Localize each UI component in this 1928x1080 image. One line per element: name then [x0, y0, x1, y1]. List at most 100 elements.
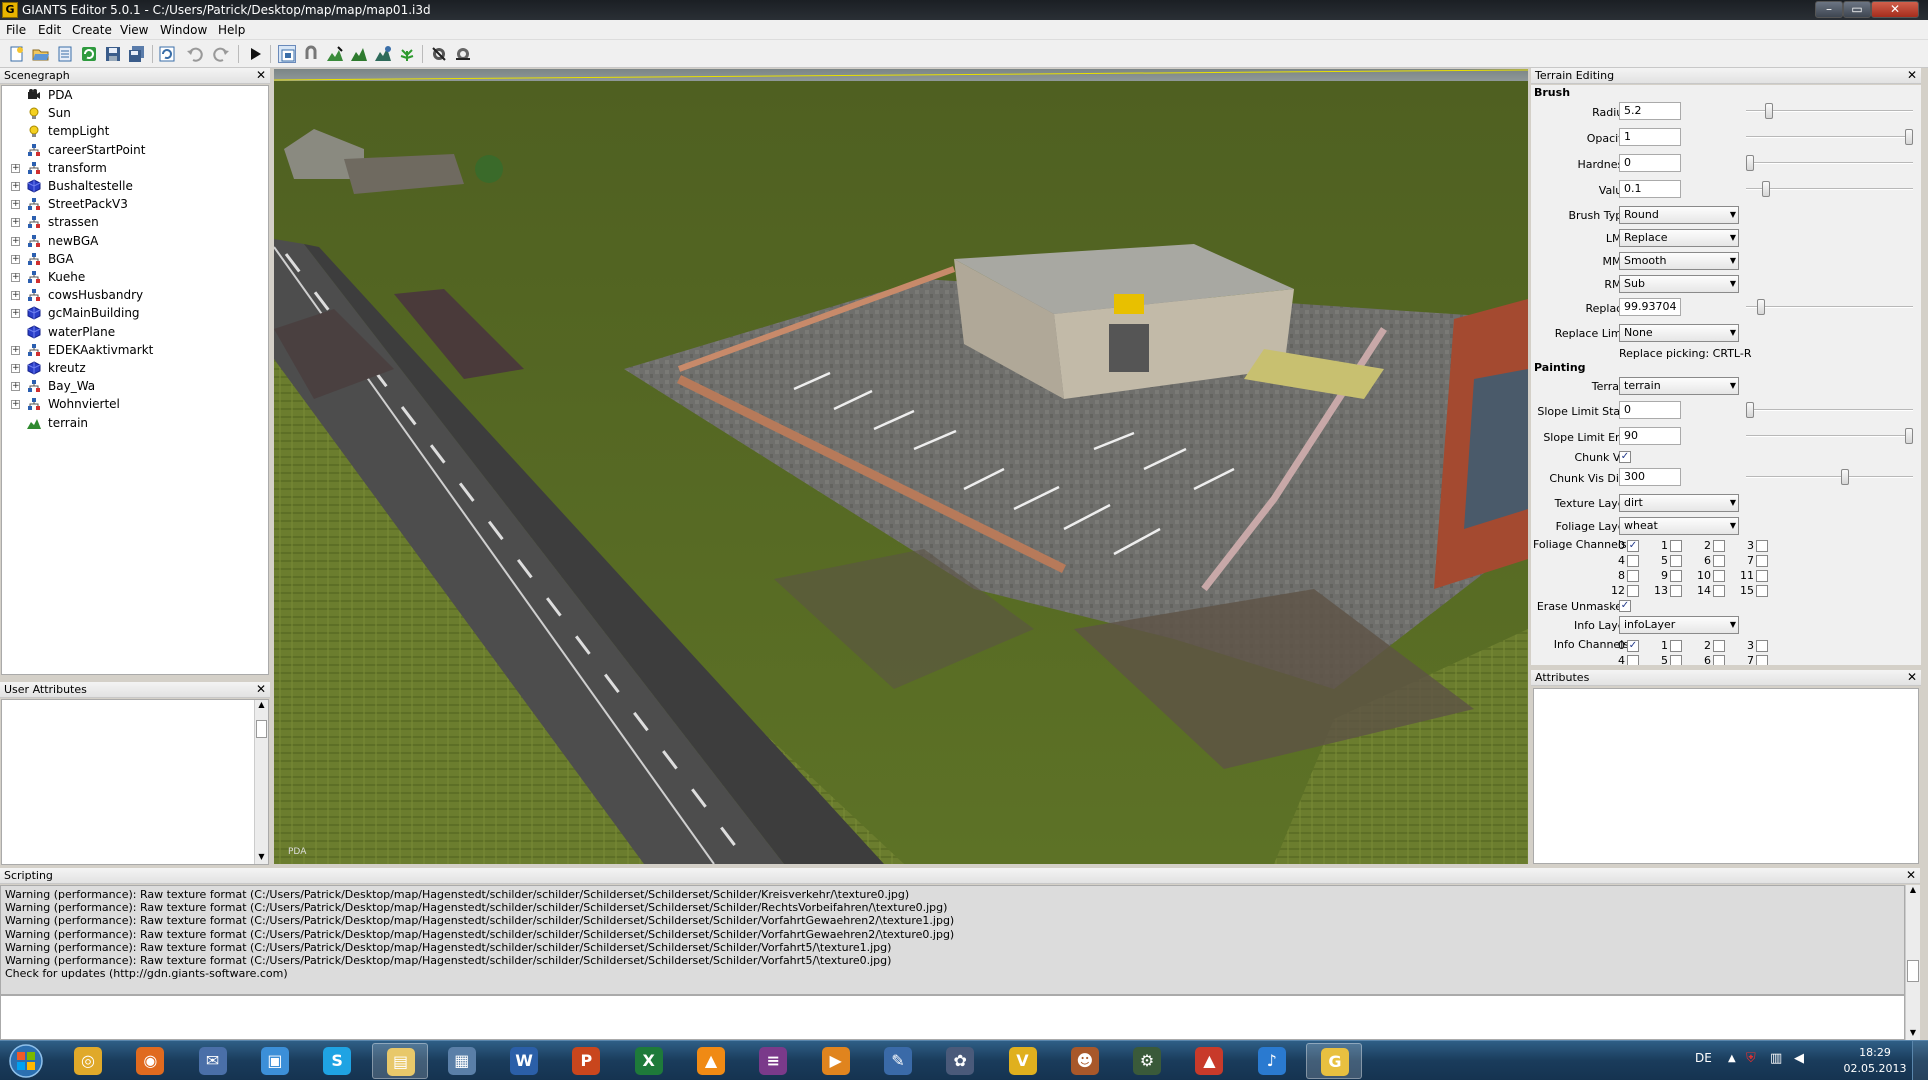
settings2-icon[interactable] [454, 45, 472, 63]
radius-input[interactable]: 5.2 [1619, 102, 1681, 120]
start-button[interactable] [6, 1043, 46, 1079]
save-all-icon[interactable] [128, 45, 146, 63]
undo-icon[interactable] [186, 45, 204, 63]
expand-icon[interactable]: + [11, 163, 20, 173]
channel-checkbox[interactable] [1670, 655, 1682, 665]
expand-icon[interactable]: + [11, 400, 20, 410]
word-taskbar-button[interactable]: W [496, 1043, 552, 1079]
expand-icon[interactable]: + [11, 254, 20, 264]
tree-item[interactable]: + EDEKAaktivmarkt [2, 341, 268, 359]
giants-editor-taskbar-button[interactable]: G [1306, 1043, 1362, 1079]
replace-limit-select[interactable]: None ▼ [1619, 324, 1739, 342]
channel-checkbox[interactable] [1713, 555, 1725, 567]
hardness-slider[interactable] [1746, 154, 1913, 172]
menu-file[interactable]: File [6, 23, 26, 37]
settings-app-taskbar-button[interactable]: ✿ [932, 1043, 988, 1079]
network-tray-icon[interactable]: ▥ [1770, 1051, 1782, 1066]
tree-item[interactable]: PDA [2, 86, 268, 104]
title-bar[interactable]: G GIANTS Editor 5.0.1 - C:/Users/Patrick… [0, 0, 1928, 20]
script-input[interactable] [0, 995, 1905, 1040]
menu-help[interactable]: Help [218, 23, 245, 37]
v-app-taskbar-button[interactable]: V [995, 1043, 1051, 1079]
tree-item[interactable]: + StreetPackV3 [2, 195, 268, 213]
chrome-taskbar-button[interactable]: ◎ [60, 1043, 116, 1079]
channel-checkbox[interactable] [1756, 570, 1768, 582]
expand-icon[interactable]: + [11, 218, 20, 228]
slope-limit-end-slider[interactable] [1746, 427, 1913, 445]
channel-checkbox[interactable] [1670, 540, 1682, 552]
minimize-button[interactable]: – [1815, 1, 1843, 18]
language-indicator[interactable]: DE [1695, 1051, 1712, 1065]
game-avatar-taskbar-button[interactable]: ☻ [1057, 1043, 1113, 1079]
remote-desktop-taskbar-button[interactable]: ▦ [434, 1043, 490, 1079]
expand-icon[interactable]: + [11, 309, 20, 319]
play-icon[interactable] [246, 45, 264, 63]
volume-icon[interactable]: ◀ [1794, 1051, 1804, 1066]
tree-item[interactable]: + transform [2, 159, 268, 177]
radius-slider[interactable] [1746, 102, 1913, 120]
clock-time[interactable]: 18:29 [1845, 1046, 1905, 1059]
menu-window[interactable]: Window [160, 23, 207, 37]
tree-item[interactable]: + strassen [2, 213, 268, 231]
tree-item[interactable]: + Bushaltestelle [2, 177, 268, 195]
show-desktop-button[interactable] [1912, 1041, 1928, 1080]
rmb-select[interactable]: Sub ▼ [1619, 275, 1739, 293]
tree-item[interactable]: + newBGA [2, 232, 268, 250]
close-window-button[interactable]: ✕ [1871, 1, 1919, 18]
tree-item[interactable]: waterPlane [2, 323, 268, 341]
tree-item[interactable]: + kreutz [2, 359, 268, 377]
chunk-vis-dist-slider[interactable] [1746, 468, 1913, 486]
slope-limit-start-input[interactable]: 0 [1619, 401, 1681, 419]
network-taskbar-button[interactable]: ✎ [870, 1043, 926, 1079]
clock-date[interactable]: 02.05.2013 [1840, 1062, 1910, 1075]
attributes-panel[interactable] [1533, 688, 1919, 864]
channel-checkbox[interactable] [1713, 585, 1725, 597]
channel-checkbox[interactable] [1756, 555, 1768, 567]
channel-checkbox[interactable] [1756, 640, 1768, 652]
excel-taskbar-button[interactable]: X [621, 1043, 677, 1079]
tree-item[interactable]: tempLight [2, 122, 268, 140]
3d-viewport[interactable]: PDA [274, 69, 1528, 864]
undo-history-icon[interactable] [158, 45, 176, 63]
media-player-taskbar-button[interactable]: ▶ [808, 1043, 864, 1079]
expand-icon[interactable]: + [11, 273, 20, 282]
expand-icon[interactable]: + [11, 382, 20, 392]
tree-item[interactable]: Sun [2, 104, 268, 122]
farming-simulator-taskbar-button[interactable]: ▲ [1181, 1043, 1237, 1079]
channel-checkbox[interactable] [1627, 555, 1639, 567]
replace-slider[interactable] [1746, 298, 1913, 316]
settings-icon[interactable] [430, 45, 448, 63]
open-icon[interactable] [32, 45, 50, 63]
terrain-select[interactable]: terrain ▼ [1619, 377, 1739, 395]
user-attributes-panel[interactable]: ▲ ▼ [1, 699, 269, 865]
erase-unmasked-checkbox[interactable]: ✓ [1619, 600, 1631, 612]
slope-limit-start-slider[interactable] [1746, 401, 1913, 419]
tree-item[interactable]: + Wohnviertel [2, 395, 268, 413]
reload-icon[interactable] [80, 45, 98, 63]
channel-checkbox[interactable] [1713, 540, 1725, 552]
chunk-vis-dist-input[interactable]: 300 [1619, 468, 1681, 486]
expand-icon[interactable]: + [11, 200, 20, 210]
opacity-input[interactable]: 1 [1619, 128, 1681, 146]
terrain-paint-icon[interactable] [350, 45, 368, 63]
tree-item[interactable]: careerStartPoint [2, 141, 268, 159]
terrain-sculpt-icon[interactable] [326, 45, 344, 63]
channel-checkbox[interactable] [1713, 570, 1725, 582]
tree-item[interactable]: terrain [2, 414, 268, 432]
menu-edit[interactable]: Edit [38, 23, 61, 37]
thunderbird-taskbar-button[interactable]: ✉ [185, 1043, 241, 1079]
winrar-taskbar-button[interactable]: ≡ [745, 1043, 801, 1079]
channel-checkbox[interactable] [1756, 540, 1768, 552]
terrain-smooth-icon[interactable] [374, 45, 392, 63]
user-attributes-scrollbar[interactable]: ▲ ▼ [254, 700, 268, 864]
tractor-taskbar-button[interactable]: ⚙ [1119, 1043, 1175, 1079]
value-slider[interactable] [1746, 180, 1913, 198]
channel-checkbox[interactable]: ✓ [1627, 540, 1639, 552]
tv-taskbar-button[interactable]: ▣ [247, 1043, 303, 1079]
scripting-close-icon[interactable]: ✕ [1906, 868, 1916, 883]
channel-checkbox[interactable] [1670, 570, 1682, 582]
itunes-taskbar-button[interactable]: ♪ [1244, 1043, 1300, 1079]
tree-item[interactable]: + Bay_Wa [2, 377, 268, 395]
move-icon[interactable] [302, 45, 320, 63]
tree-item[interactable]: + Kuehe [2, 268, 268, 286]
